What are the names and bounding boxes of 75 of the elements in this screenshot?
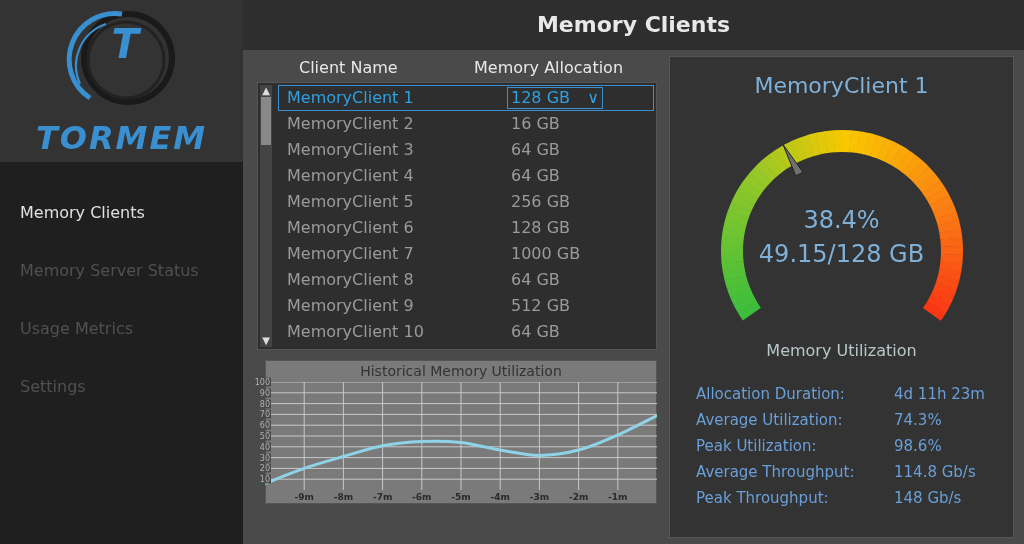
scroll-up-icon[interactable]: ▲ bbox=[262, 85, 270, 97]
y-tick-label: 70 bbox=[259, 409, 271, 419]
table-row[interactable]: MemoryClient 2 16 GB bbox=[278, 111, 654, 137]
y-tick-label: 90 bbox=[259, 388, 271, 398]
y-tick-label: 40 bbox=[259, 442, 271, 452]
allocation-value: 512 GB bbox=[511, 295, 570, 317]
table-row[interactable]: MemoryClient 8 64 GB bbox=[278, 267, 654, 293]
table-row[interactable]: MemoryClient 7 1000 GB bbox=[278, 241, 654, 267]
table-row[interactable]: MemoryClient 3 64 GB bbox=[278, 137, 654, 163]
allocation-value: 16 GB bbox=[511, 113, 560, 135]
client-name: MemoryClient 5 bbox=[287, 191, 415, 213]
stat-label: Peak Throughput: bbox=[696, 487, 830, 509]
page-title: Memory Clients bbox=[535, 11, 732, 39]
allocation-value: 128 GB bbox=[511, 217, 570, 239]
allocation-dropdown[interactable]: 128 GB ∨ bbox=[507, 87, 603, 109]
scroll-thumb[interactable] bbox=[261, 97, 271, 145]
y-tick-label: 30 bbox=[259, 453, 271, 463]
scrollbar[interactable]: ▲ ▼ bbox=[260, 85, 272, 347]
stat-value: 114.8 Gb/s bbox=[894, 461, 976, 483]
y-tick-label: 60 bbox=[259, 420, 271, 430]
gauge-caption: Memory Utilization bbox=[766, 340, 917, 362]
x-tick-label: -3m bbox=[529, 491, 550, 503]
dropdown-caret[interactable]: ∨ bbox=[587, 88, 599, 108]
x-tick-label: -7m bbox=[372, 491, 393, 503]
column-header: Client Name bbox=[299, 57, 399, 79]
allocation-value: 64 GB bbox=[511, 269, 560, 291]
client-name: MemoryClient 10 bbox=[287, 321, 425, 343]
utilization-percent: 38.4% bbox=[803, 205, 880, 236]
client-title: MemoryClient 1 bbox=[754, 72, 929, 100]
client-name: MemoryClient 9 bbox=[287, 295, 415, 317]
allocation-value: 256 GB bbox=[511, 191, 570, 213]
stat-label: Allocation Duration: bbox=[696, 383, 846, 405]
table-row[interactable]: MemoryClient 6 128 GB bbox=[278, 215, 654, 241]
utilization-amount: 49.15/128 GB bbox=[758, 239, 925, 270]
column-header: Memory Allocation bbox=[474, 57, 624, 79]
client-name: MemoryClient 2 bbox=[287, 113, 415, 135]
stat-value: 4d 11h 23m bbox=[894, 383, 985, 405]
logo-wordmark: TORMEM bbox=[35, 120, 208, 156]
gauge-needle bbox=[781, 143, 803, 177]
stat-label: Peak Utilization: bbox=[696, 435, 818, 457]
sidebar-item[interactable]: Memory Clients bbox=[0, 184, 243, 242]
table-row[interactable]: MemoryClient 4 64 GB bbox=[278, 163, 654, 189]
y-tick-label: 100 bbox=[254, 377, 271, 387]
x-tick-label: -9m bbox=[294, 491, 314, 503]
y-tick-label: 10 bbox=[259, 474, 271, 484]
x-tick-label: -2m bbox=[568, 491, 589, 503]
x-tick-label: -5m bbox=[451, 491, 471, 503]
table-row[interactable]: MemoryClient 10 64 GB bbox=[278, 319, 654, 345]
stat-value: 148 Gb/s bbox=[894, 487, 962, 509]
allocation-value: 64 GB bbox=[511, 165, 560, 187]
table-row[interactable]: MemoryClient 5 256 GB bbox=[278, 189, 654, 215]
client-name: MemoryClient 3 bbox=[287, 139, 415, 161]
client-name: MemoryClient 7 bbox=[287, 243, 415, 265]
client-name: MemoryClient 6 bbox=[287, 217, 415, 239]
stat-value: 74.3% bbox=[894, 409, 942, 431]
stat-value: 98.6% bbox=[894, 435, 942, 457]
y-tick-label: 80 bbox=[259, 399, 271, 409]
x-tick-label: -1m bbox=[608, 491, 628, 503]
x-tick-label: -4m bbox=[490, 491, 510, 503]
allocation-value: 128 GB bbox=[511, 88, 570, 108]
client-name: MemoryClient 1 bbox=[287, 87, 415, 109]
stat-label: Average Throughput: bbox=[696, 461, 856, 483]
stat-label: Average Utilization: bbox=[696, 409, 844, 431]
client-name: MemoryClient 8 bbox=[287, 269, 415, 291]
allocation-value: 1000 GB bbox=[511, 243, 581, 265]
allocation-value: 64 GB bbox=[511, 139, 560, 161]
allocation-value: 64 GB bbox=[511, 321, 560, 343]
client-name: MemoryClient 4 bbox=[287, 165, 415, 187]
y-tick-label: 20 bbox=[259, 463, 271, 473]
table-row[interactable]: MemoryClient 1 128 GB ∨ bbox=[278, 85, 654, 111]
y-tick-label: 50 bbox=[259, 431, 271, 441]
table-row[interactable]: MemoryClient 9 512 GB bbox=[278, 293, 654, 319]
x-tick-label: -8m bbox=[333, 491, 354, 503]
scroll-down-icon[interactable]: ▼ bbox=[262, 335, 270, 347]
x-tick-label: -6m bbox=[412, 491, 432, 503]
